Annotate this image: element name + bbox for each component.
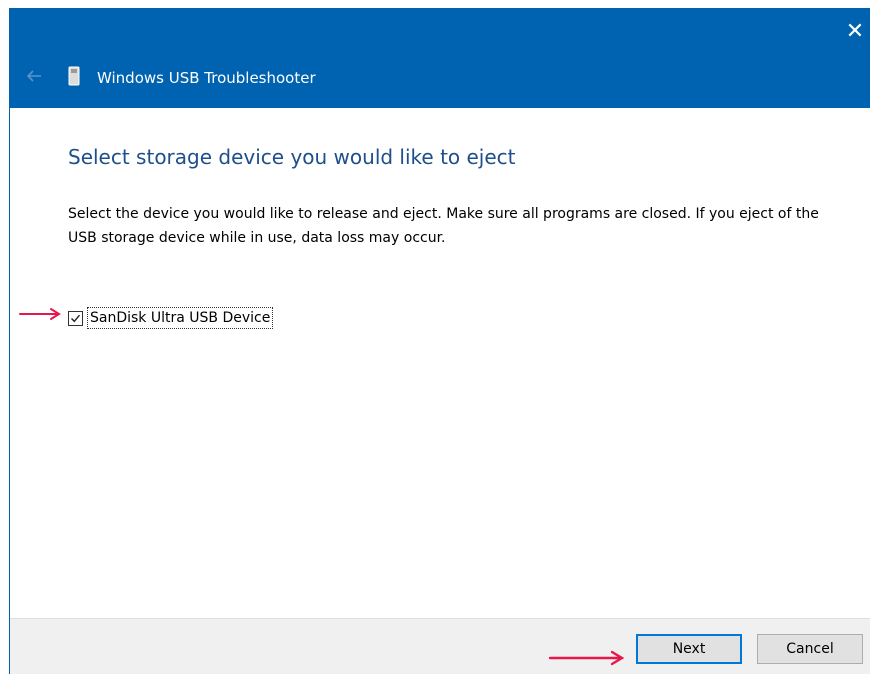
close-icon: ✕ <box>845 19 865 44</box>
device-checkbox[interactable] <box>68 310 83 326</box>
annotation-arrow-next <box>548 650 625 666</box>
back-arrow-icon <box>26 70 41 82</box>
next-button-label: Next <box>672 641 706 657</box>
cancel-button[interactable]: Cancel <box>757 634 863 664</box>
title-bar: ✕ Windows USB Troubleshooter <box>10 8 870 108</box>
cancel-button-label: Cancel <box>786 641 834 657</box>
device-label[interactable]: SanDisk Ultra USB Device <box>87 307 274 329</box>
usb-drive-icon <box>67 66 81 86</box>
close-button[interactable]: ✕ <box>840 8 870 56</box>
window-title: Windows USB Troubleshooter <box>97 69 316 87</box>
checkmark-icon <box>71 314 81 322</box>
back-button[interactable] <box>22 64 46 88</box>
main-content: Select storage device you would like to … <box>10 108 870 618</box>
device-option-sandisk[interactable]: SanDisk Ultra USB Device <box>68 307 274 329</box>
button-bar: Next Cancel <box>10 618 870 674</box>
instructions-text: Select the device you would like to rele… <box>68 206 819 246</box>
troubleshooter-window: ✕ Windows USB Troubleshooter Select stor… <box>9 8 870 674</box>
page-heading: Select storage device you would like to … <box>68 145 516 169</box>
next-button[interactable]: Next <box>636 634 742 664</box>
annotation-arrow-checkbox <box>19 308 61 320</box>
